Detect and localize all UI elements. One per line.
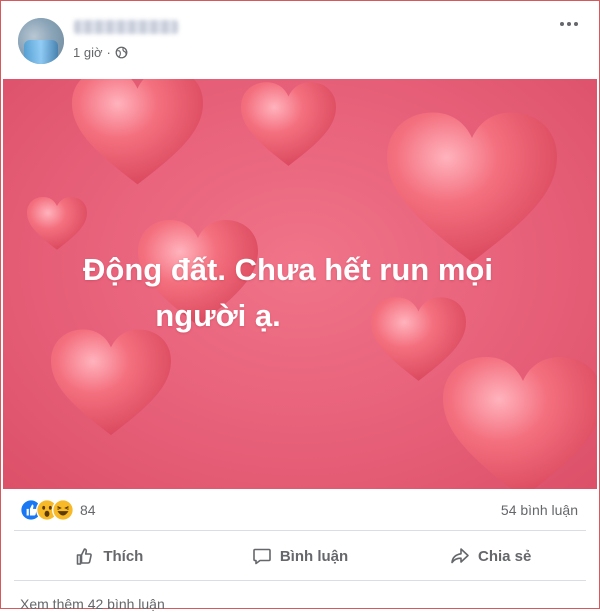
post-text-line-2: người ạ. xyxy=(155,298,281,333)
comment-label: Bình luận xyxy=(279,547,349,565)
view-more-comments-link[interactable]: Xem thêm 42 bình luận xyxy=(20,596,165,612)
meta-separator: · xyxy=(106,45,111,60)
heart-shape xyxy=(27,197,87,250)
post-stats: 84 54 bình luận xyxy=(0,497,600,525)
heart-shape xyxy=(51,329,171,436)
share-label: Chia sẻ xyxy=(478,547,532,565)
post-meta: 1 giờ · xyxy=(73,45,128,60)
thumbs-up-icon xyxy=(77,548,93,565)
reaction-count[interactable]: 84 xyxy=(80,502,96,518)
heart-shape xyxy=(387,112,557,263)
post-header: 1 giờ · xyxy=(0,0,600,78)
globe-icon xyxy=(115,46,128,59)
haha-icon xyxy=(52,499,74,521)
comment-icon xyxy=(253,548,271,565)
heart-shape xyxy=(71,79,204,185)
more-options-icon[interactable] xyxy=(560,22,578,26)
divider xyxy=(14,530,586,531)
comment-button[interactable]: Bình luận xyxy=(205,536,396,576)
author-name-blurred[interactable] xyxy=(74,20,178,34)
share-icon xyxy=(451,548,469,564)
author-avatar[interactable] xyxy=(18,18,64,64)
like-label: Thích xyxy=(103,547,144,565)
reactions-summary[interactable]: 84 xyxy=(20,499,96,521)
heart-shape xyxy=(241,82,336,166)
post-background: Động đất. Chưa hết run mọi người ạ. xyxy=(3,79,597,489)
post-text-line-1: Động đất. Chưa hết run mọi xyxy=(83,252,493,287)
post-actions: Thích Bình luận Chia sẻ xyxy=(14,536,586,576)
post-text: Động đất. Chưa hết run mọi người ạ. xyxy=(23,247,583,339)
divider xyxy=(14,580,586,581)
post-time[interactable]: 1 giờ xyxy=(73,45,103,60)
like-button[interactable]: Thích xyxy=(14,536,205,576)
comments-count[interactable]: 54 bình luận xyxy=(501,502,578,518)
heart-shape xyxy=(443,357,597,489)
share-button[interactable]: Chia sẻ xyxy=(395,536,586,576)
